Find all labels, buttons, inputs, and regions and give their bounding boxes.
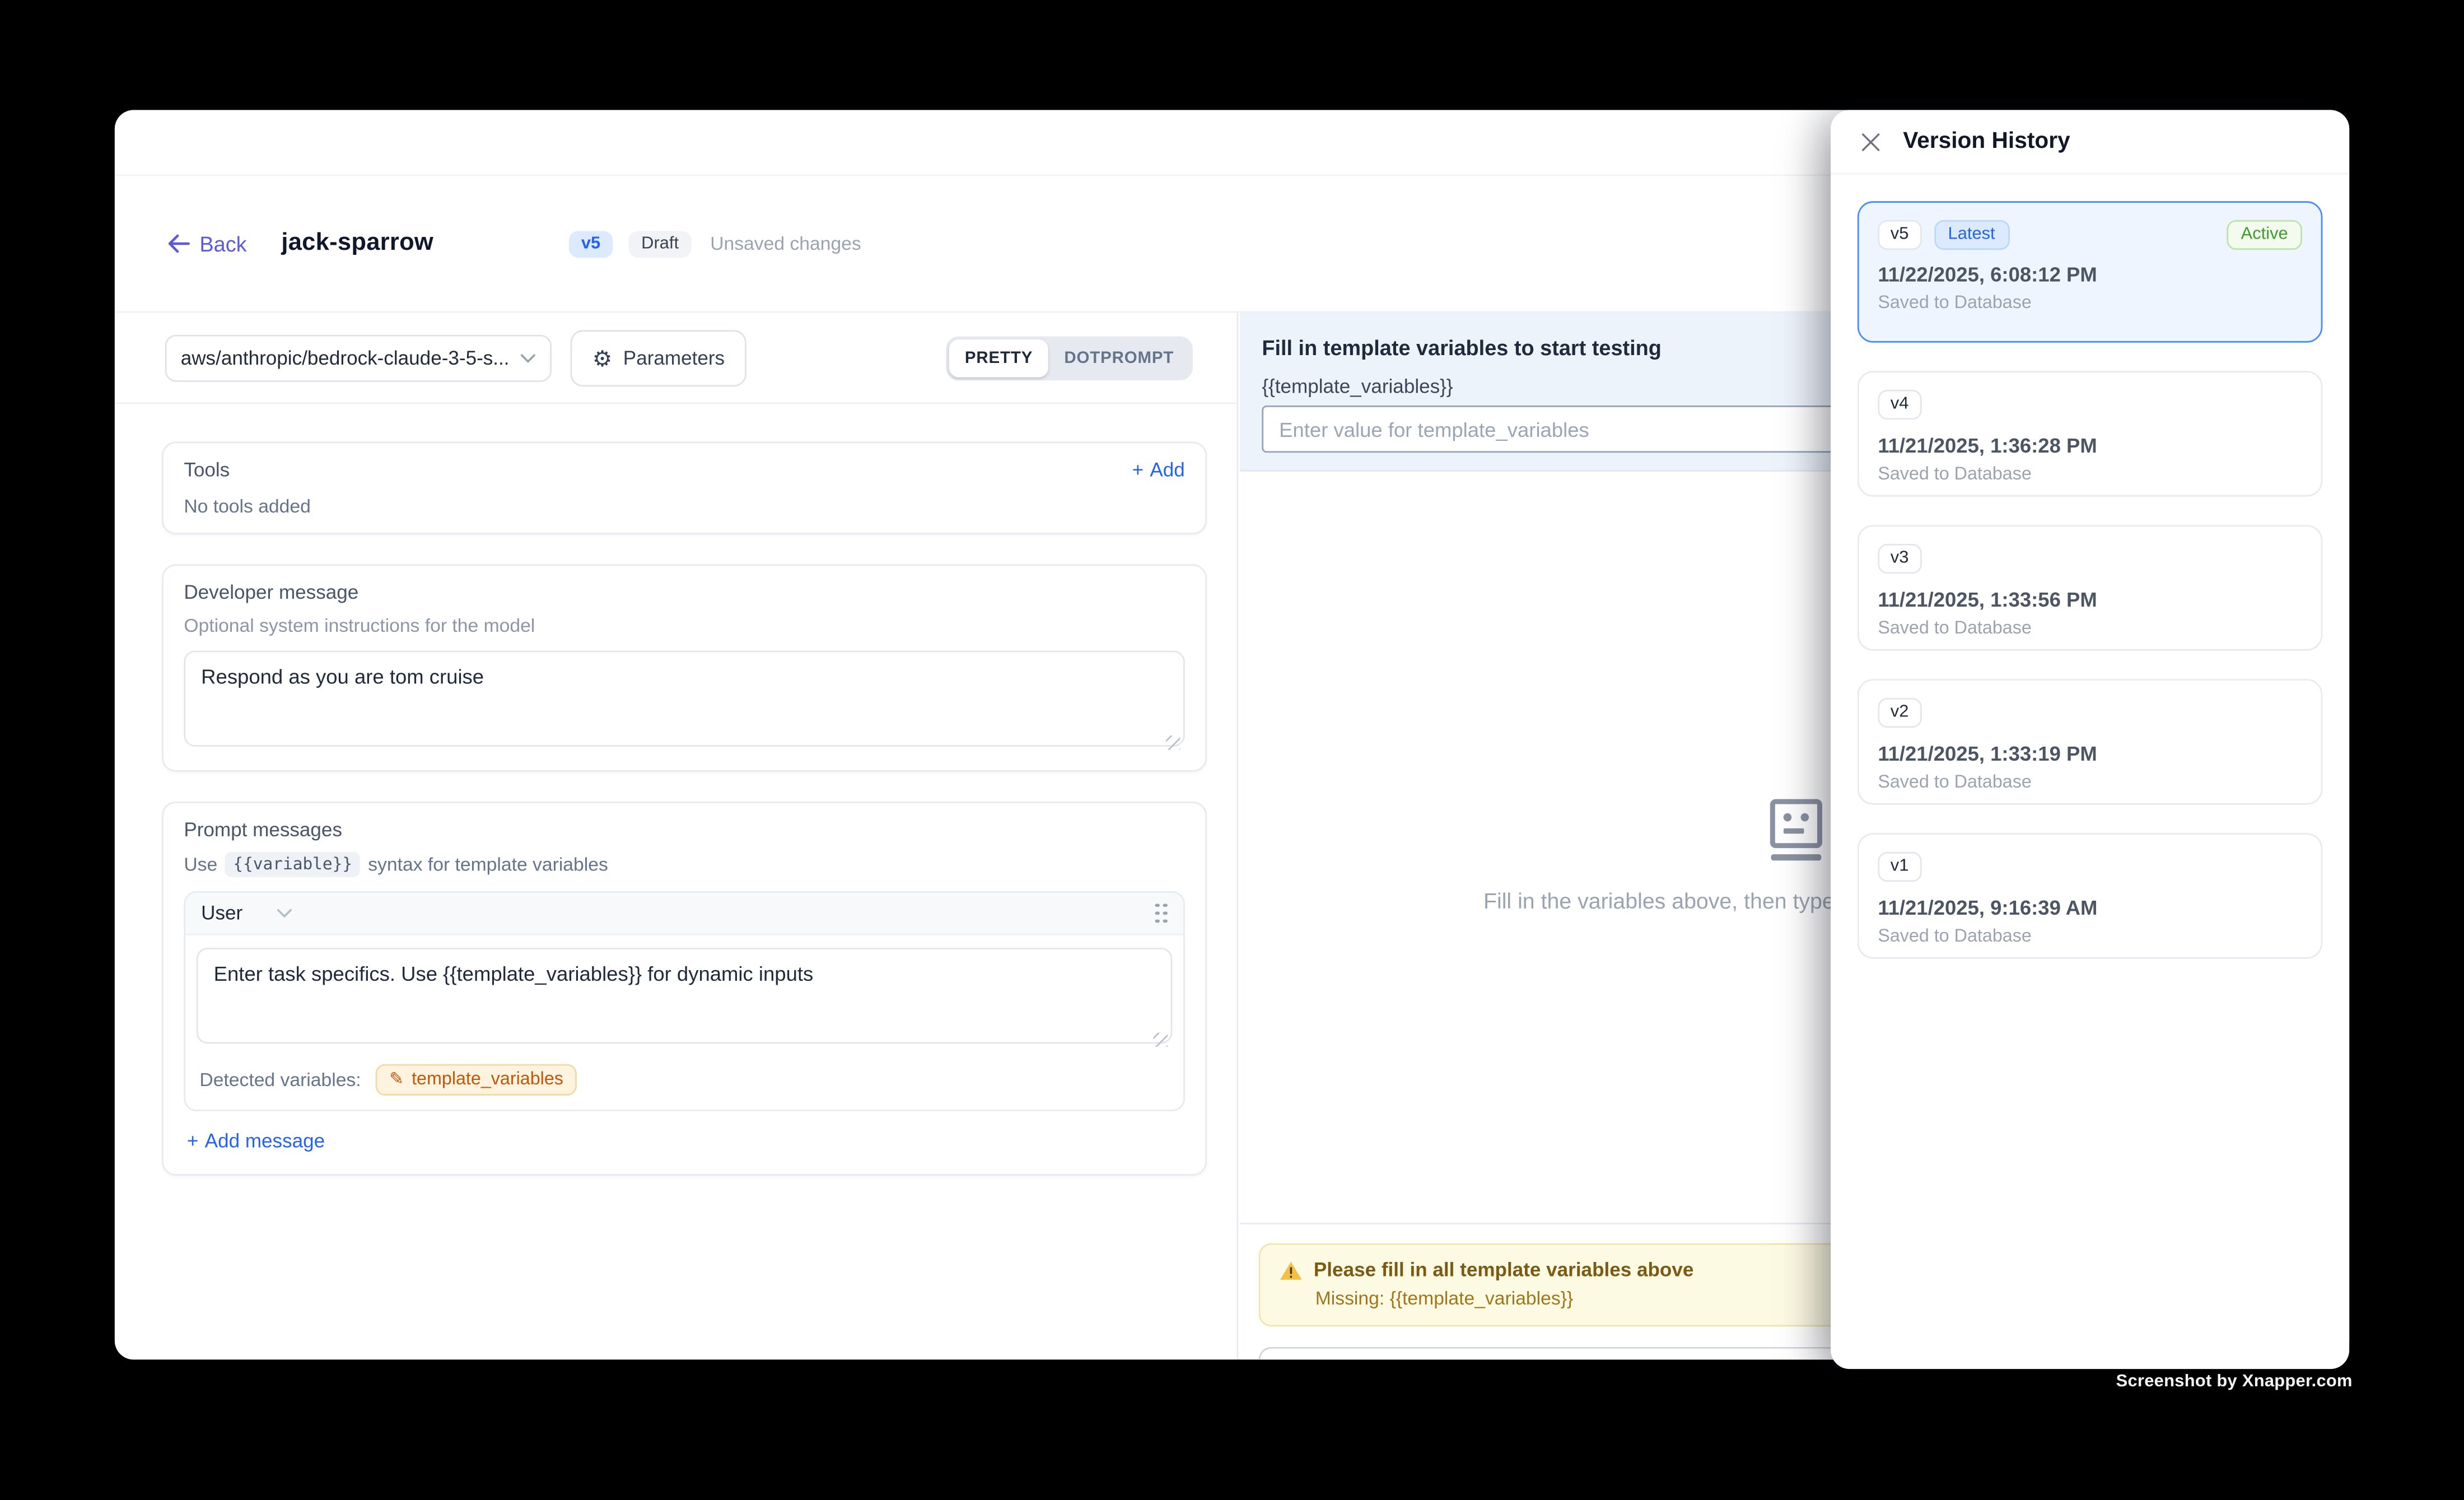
- toolbar: aws/anthropic/bedrock-claude-3-5-s... ⚙ …: [115, 313, 1237, 404]
- chevron-down-icon: [520, 353, 536, 362]
- version-history-panel: Version History v5 Latest Active 11/22/2…: [1831, 110, 2349, 1369]
- version-status: Saved to Database: [1878, 465, 2302, 485]
- version-timestamp: 11/22/2025, 6:08:12 PM: [1878, 263, 2302, 286]
- message-block: User Enter task specifics. Use {{templat…: [184, 891, 1184, 1111]
- version-card-v3[interactable]: v3 11/21/2025, 1:33:56 PM Saved to Datab…: [1858, 525, 2323, 650]
- prompt-messages-title: Prompt messages: [184, 819, 1184, 841]
- version-history-title: Version History: [1903, 129, 2070, 154]
- back-button[interactable]: Back: [168, 232, 246, 255]
- arrow-left-icon: [168, 234, 190, 253]
- add-message-button[interactable]: + Add message: [187, 1130, 325, 1152]
- version-status: Saved to Database: [1878, 774, 2302, 793]
- close-icon[interactable]: [1858, 129, 1883, 154]
- editor-pane: aws/anthropic/bedrock-claude-3-5-s... ⚙ …: [115, 313, 1238, 1359]
- watermark: Screenshot by Xnapper.com: [2116, 1372, 2353, 1391]
- add-tool-label: Add: [1150, 459, 1184, 481]
- screenshot-canvas: Back jack-sparrow v5 Draft Unsaved chang…: [0, 0, 2464, 1500]
- add-message-label: Add message: [205, 1130, 325, 1152]
- developer-message-title: Developer message: [184, 581, 1184, 603]
- version-card-v1[interactable]: v1 11/21/2025, 9:16:39 AM Saved to Datab…: [1858, 833, 2323, 958]
- prompt-messages-card: Prompt messages Use {{variable}} syntax …: [162, 802, 1207, 1176]
- add-tool-button[interactable]: + Add: [1132, 459, 1185, 481]
- version-timestamp: 11/21/2025, 1:33:56 PM: [1878, 588, 2302, 611]
- version-timestamp: 11/21/2025, 1:33:19 PM: [1878, 742, 2302, 765]
- version-card-v4[interactable]: v4 11/21/2025, 1:36:28 PM Saved to Datab…: [1858, 371, 2323, 496]
- back-label: Back: [199, 232, 246, 255]
- resize-grip-icon[interactable]: [1154, 1033, 1168, 1047]
- variable-code-chip: {{variable}}: [225, 852, 360, 877]
- format-toggle: PRETTY DOTPROMPT: [946, 336, 1193, 380]
- developer-message-input[interactable]: Respond as you are tom cruise: [184, 651, 1184, 747]
- developer-message-subtitle: Optional system instructions for the mod…: [184, 614, 1184, 636]
- draft-badge: Draft: [629, 230, 692, 257]
- developer-message-card: Developer message Optional system instru…: [162, 564, 1207, 771]
- unsaved-changes-label: Unsaved changes: [710, 232, 861, 254]
- version-number-badge: v2: [1878, 698, 1921, 728]
- parameters-label: Parameters: [623, 347, 725, 369]
- warning-title: Please fill in all template variables ab…: [1314, 1259, 1693, 1281]
- version-history-header: Version History: [1831, 110, 2349, 174]
- empty-state-text: Fill in the variables above, then type: [1483, 888, 1835, 913]
- message-header: User: [185, 893, 1183, 935]
- version-status: Saved to Database: [1878, 928, 2302, 947]
- latest-badge: Latest: [1934, 220, 2009, 250]
- toggle-dotprompt[interactable]: DOTPROMPT: [1048, 339, 1189, 376]
- plus-icon: +: [1132, 459, 1144, 481]
- version-number-badge: v4: [1878, 390, 1921, 420]
- version-timestamp: 11/21/2025, 1:36:28 PM: [1878, 434, 2302, 457]
- tools-title: Tools: [184, 459, 230, 481]
- gear-icon: ⚙: [592, 347, 612, 369]
- variable-syntax-hint: Use {{variable}} syntax for template var…: [184, 852, 1184, 877]
- version-card-v5[interactable]: v5 Latest Active 11/22/2025, 6:08:12 PM …: [1858, 201, 2323, 343]
- header-badges: v5 Draft Unsaved changes: [568, 230, 861, 257]
- template-variable-name: template_variables: [412, 1070, 563, 1089]
- model-select[interactable]: aws/anthropic/bedrock-claude-3-5-s...: [165, 334, 552, 381]
- version-number-badge: v5: [1878, 220, 1921, 250]
- parameters-button[interactable]: ⚙ Parameters: [571, 329, 747, 386]
- robot-face-icon: [1763, 797, 1829, 866]
- message-content-input[interactable]: Enter task specifics. Use {{template_var…: [197, 948, 1173, 1044]
- version-status: Saved to Database: [1878, 294, 2302, 313]
- template-variable-chip[interactable]: ✎ template_variables: [375, 1064, 577, 1096]
- hint-prefix: Use: [184, 854, 217, 875]
- tools-card: Tools + Add No tools added: [162, 442, 1207, 535]
- version-status: Saved to Database: [1878, 619, 2302, 639]
- active-badge: Active: [2227, 220, 2302, 250]
- chevron-down-icon[interactable]: [277, 909, 293, 918]
- message-role-select[interactable]: User: [201, 902, 242, 924]
- version-list: v5 Latest Active 11/22/2025, 6:08:12 PM …: [1831, 174, 2349, 958]
- detected-variables-row: Detected variables: ✎ template_variables: [199, 1064, 1169, 1096]
- hint-suffix: syntax for template variables: [368, 854, 608, 875]
- plus-icon: +: [187, 1130, 199, 1152]
- version-timestamp: 11/21/2025, 9:16:39 AM: [1878, 896, 2302, 919]
- tools-empty-text: No tools added: [184, 495, 1184, 517]
- warning-triangle-icon: [1279, 1260, 1303, 1280]
- model-select-value: aws/anthropic/bedrock-claude-3-5-s...: [181, 347, 520, 369]
- toggle-pretty[interactable]: PRETTY: [949, 339, 1048, 376]
- version-number-badge: v3: [1878, 544, 1921, 574]
- version-number-badge: v1: [1878, 852, 1921, 882]
- resize-grip-icon[interactable]: [1166, 735, 1180, 749]
- drag-handle-icon[interactable]: [1155, 903, 1167, 923]
- pencil-icon: ✎: [389, 1071, 404, 1088]
- detected-variables-label: Detected variables:: [199, 1069, 361, 1091]
- editor-cards: Tools + Add No tools added Developer mes…: [162, 442, 1207, 1176]
- version-card-v2[interactable]: v2 11/21/2025, 1:33:19 PM Saved to Datab…: [1858, 679, 2323, 804]
- version-badge: v5: [568, 230, 613, 257]
- page-title: jack-sparrow: [281, 230, 433, 258]
